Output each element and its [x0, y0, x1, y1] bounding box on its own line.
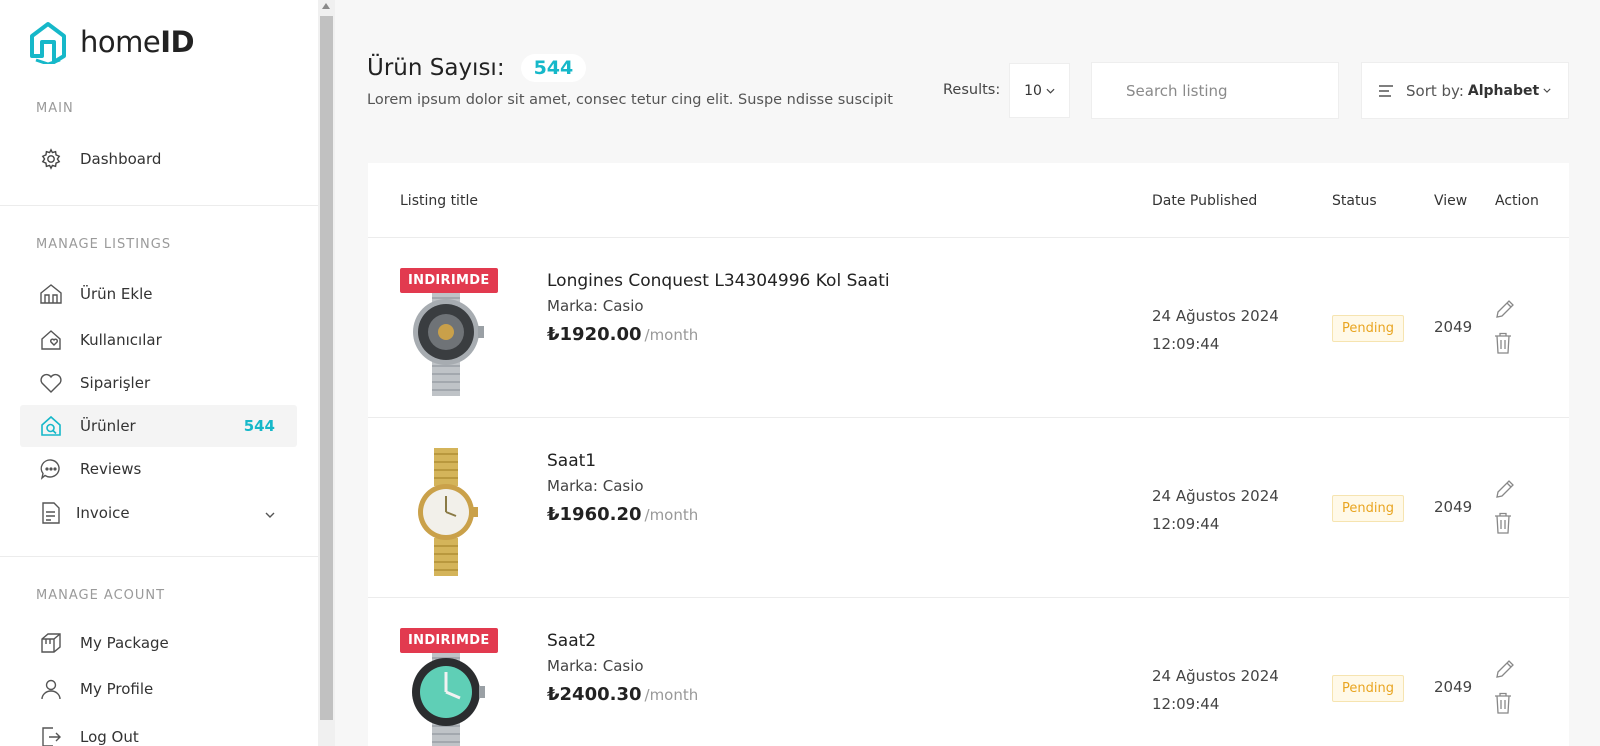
- sort-lines-icon: [1379, 84, 1393, 97]
- section-label-manage-listings: MANAGE LISTINGS: [36, 237, 172, 252]
- sidebar: homeID MAIN Dashboard MANAGE LISTINGS Ür…: [0, 0, 318, 746]
- sidebar-item-my-profile[interactable]: My Profile: [20, 668, 297, 710]
- listings-table: Listing title Date Published Status View…: [368, 163, 1569, 746]
- house-search-icon: [38, 413, 64, 439]
- sidebar-item-label: Reviews: [80, 460, 142, 478]
- sort-label: Sort by:: [1406, 81, 1464, 100]
- listing-title[interactable]: Saat1: [547, 451, 596, 471]
- date-published: 24 Ağustos 2024 12:09:44: [1152, 307, 1279, 353]
- chevron-down-icon: [1543, 88, 1551, 93]
- gear-icon: [38, 146, 64, 172]
- sidebar-item-label: Dashboard: [80, 150, 162, 168]
- sidebar-item-log-out[interactable]: Log Out: [20, 716, 297, 746]
- divider: [0, 556, 318, 557]
- discount-tag: INDIRIMDE: [400, 268, 498, 293]
- sidebar-item-reviews[interactable]: Reviews: [20, 448, 297, 490]
- status-badge: Pending: [1332, 675, 1404, 702]
- sidebar-item-label: Kullanıcılar: [80, 331, 162, 349]
- sidebar-item-siparisler[interactable]: Siparişler: [20, 362, 297, 404]
- product-count-badge: 544: [520, 54, 587, 82]
- edit-pencil-icon[interactable]: [1494, 298, 1516, 320]
- view-count: 2049: [1434, 498, 1473, 516]
- logout-icon: [38, 724, 64, 746]
- listing-brand: Marka: Casio: [547, 477, 644, 495]
- results-label: Results:: [943, 82, 1001, 98]
- page-subtitle: Lorem ipsum dolor sit amet, consec tetur…: [367, 92, 893, 108]
- sidebar-item-invoice[interactable]: Invoice: [20, 492, 297, 534]
- scrollbar-thumb[interactable]: [320, 16, 333, 720]
- sidebar-item-label: Ürünler: [80, 417, 136, 435]
- table-row: Saat1 Marka: Casio ₺1960.20/month 24 Ağu…: [368, 418, 1569, 598]
- sidebar-item-dashboard[interactable]: Dashboard: [20, 138, 297, 180]
- section-label-manage-account: MANAGE ACOUNT: [36, 588, 166, 603]
- house-heart-icon: [38, 327, 64, 353]
- sort-value: Alphabet: [1467, 82, 1540, 99]
- column-header-listing-title[interactable]: Listing title: [400, 193, 478, 209]
- sidebar-item-urun-ekle[interactable]: Ürün Ekle: [20, 273, 297, 315]
- sidebar-item-urunler[interactable]: Ürünler 544: [20, 405, 297, 447]
- view-count: 2049: [1434, 678, 1473, 696]
- sort-dropdown[interactable]: Sort by: Alphabet: [1361, 62, 1569, 119]
- listing-price: ₺1960.20/month: [547, 504, 699, 525]
- status-badge: Pending: [1332, 315, 1404, 342]
- logo[interactable]: homeID: [28, 20, 195, 64]
- results-value: 10: [1024, 82, 1042, 99]
- trash-icon[interactable]: [1494, 332, 1512, 354]
- user-icon: [38, 676, 64, 702]
- listing-title[interactable]: Saat2: [547, 631, 596, 651]
- table-header: Listing title Date Published Status View…: [368, 163, 1569, 238]
- chat-icon: [38, 456, 64, 482]
- page-title: Ürün Sayısı: 544: [367, 54, 587, 82]
- discount-tag: INDIRIMDE: [400, 628, 498, 653]
- logo-text: homeID: [80, 25, 195, 59]
- sidebar-item-count: 544: [243, 417, 275, 435]
- edit-pencil-icon[interactable]: [1494, 478, 1516, 500]
- home-logo-icon: [30, 22, 66, 64]
- column-header-action: Action: [1495, 193, 1539, 209]
- trash-icon[interactable]: [1494, 512, 1512, 534]
- sidebar-item-my-package[interactable]: My Package: [20, 622, 297, 664]
- chevron-down-icon: [1046, 88, 1055, 94]
- date-published: 24 Ağustos 2024 12:09:44: [1152, 487, 1279, 533]
- sidebar-item-label: Invoice: [76, 504, 130, 522]
- house-icon: [38, 281, 64, 307]
- table-row: INDIRIMDE Longines Conquest L34304996 Ko…: [368, 238, 1569, 418]
- column-header-view[interactable]: View: [1434, 193, 1467, 209]
- invoice-icon: [38, 500, 64, 526]
- edit-pencil-icon[interactable]: [1494, 658, 1516, 680]
- trash-icon[interactable]: [1494, 692, 1512, 714]
- sidebar-item-label: My Profile: [80, 680, 154, 698]
- listing-brand: Marka: Casio: [547, 297, 644, 315]
- status-badge: Pending: [1332, 495, 1404, 522]
- chevron-down-icon: [265, 504, 275, 522]
- section-label-main: MAIN: [36, 101, 74, 116]
- listing-brand: Marka: Casio: [547, 657, 644, 675]
- sidebar-item-kullanicilar[interactable]: Kullanıcılar: [20, 319, 297, 361]
- listing-title[interactable]: Longines Conquest L34304996 Kol Saati: [547, 271, 890, 291]
- sidebar-item-label: Siparişler: [80, 374, 151, 392]
- sidebar-item-label: Log Out: [80, 728, 139, 746]
- sidebar-item-label: My Package: [80, 634, 169, 652]
- sidebar-item-label: Ürün Ekle: [80, 285, 153, 303]
- date-published: 24 Ağustos 2024 12:09:44: [1152, 667, 1279, 713]
- sidebar-scrollbar[interactable]: [318, 0, 335, 746]
- divider: [0, 205, 318, 206]
- watch-image[interactable]: [400, 448, 492, 576]
- table-row: INDIRIMDE Saat2 Marka: Casio ₺2400.30/mo…: [368, 598, 1569, 746]
- package-icon: [38, 630, 64, 656]
- view-count: 2049: [1434, 318, 1473, 336]
- listing-price: ₺1920.00/month: [547, 324, 699, 345]
- results-per-page-select[interactable]: 10: [1009, 63, 1070, 118]
- column-header-status[interactable]: Status: [1332, 193, 1377, 209]
- listing-price: ₺2400.30/month: [547, 684, 699, 705]
- heart-icon: [38, 370, 64, 396]
- scroll-up-arrow-icon[interactable]: [322, 3, 330, 9]
- column-header-date-published[interactable]: Date Published: [1152, 193, 1257, 209]
- page-title-text: Ürün Sayısı:: [367, 55, 505, 81]
- search-input[interactable]: [1091, 62, 1339, 119]
